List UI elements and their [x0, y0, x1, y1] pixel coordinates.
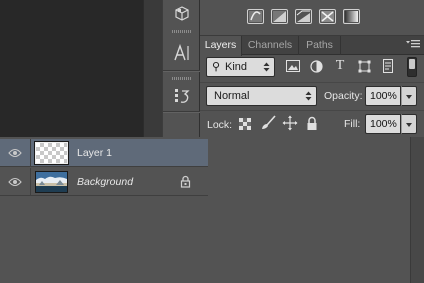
tab-layers[interactable]: Layers	[200, 36, 242, 56]
search-icon: ⚲	[212, 61, 221, 73]
visibility-toggle[interactable]	[0, 139, 31, 167]
history-icon[interactable]	[169, 84, 195, 108]
layers-list: Layer 1 Background	[0, 137, 210, 283]
tab-channels[interactable]: Channels	[242, 36, 299, 55]
fill-dropdown[interactable]	[401, 114, 417, 134]
shape-filter-icon[interactable]	[356, 58, 372, 74]
lock-row: Lock: Fill: 100%	[200, 110, 424, 136]
gradient-icon[interactable]	[343, 9, 360, 24]
image-filter-icon[interactable]	[285, 58, 301, 74]
layer-thumbnail-landscape	[35, 171, 68, 193]
layer-name: Layer 1	[77, 147, 113, 159]
blend-row: Normal Opacity: 100%	[200, 82, 424, 108]
opacity-label: Opacity:	[324, 90, 363, 102]
layer-thumbnail-transparent	[34, 141, 69, 165]
layers-scrollbar[interactable]	[410, 137, 424, 283]
layer-row-background[interactable]: Background	[0, 168, 208, 196]
smart-object-filter-icon[interactable]	[380, 58, 396, 74]
lock-icon	[180, 175, 191, 191]
lock-image-pixels-icon[interactable]	[260, 115, 276, 131]
type-filter-icon[interactable]: T	[332, 58, 348, 74]
3d-cube-icon[interactable]	[169, 2, 195, 26]
fill-input[interactable]: 100%	[365, 114, 401, 134]
levels-icon[interactable]	[295, 9, 312, 24]
opacity-input[interactable]: 100%	[365, 86, 401, 106]
fill-label: Fill:	[344, 118, 361, 130]
eye-icon	[8, 177, 22, 187]
adjustments-row	[200, 0, 424, 36]
blend-mode-select[interactable]: Normal	[206, 86, 317, 106]
lock-all-icon[interactable]	[304, 115, 320, 131]
layer-row-layer-1[interactable]: Layer 1	[0, 139, 208, 167]
chevron-updown-icon	[263, 62, 270, 72]
lock-label: Lock:	[207, 119, 233, 131]
panel-grip[interactable]	[172, 30, 192, 33]
character-icon[interactable]	[169, 41, 195, 65]
blend-mode-value: Normal	[214, 90, 250, 102]
lock-transparent-pixels-icon[interactable]	[237, 116, 253, 132]
chevron-updown-icon	[305, 91, 312, 101]
eye-icon	[8, 148, 22, 158]
panel-menu-icon[interactable]	[406, 39, 420, 51]
filter-kind-select[interactable]: ⚲ Kind	[206, 57, 275, 77]
tab-paths[interactable]: Paths	[299, 36, 341, 55]
layer-name: Background	[77, 176, 134, 188]
layers-panel: Layers Channels Paths ⚲ Kind T Normal Op…	[200, 0, 424, 283]
curves-icon[interactable]	[271, 9, 288, 24]
panel-grip[interactable]	[172, 77, 192, 80]
lock-position-icon[interactable]	[282, 115, 298, 131]
gradient-map-icon[interactable]	[247, 9, 264, 24]
channel-mixer-icon[interactable]	[319, 9, 336, 24]
layer-filter-row: ⚲ Kind T	[200, 56, 424, 80]
panel-tabs: Layers Channels Paths	[200, 36, 424, 56]
filter-kind-label: Kind	[225, 61, 248, 73]
opacity-dropdown[interactable]	[401, 86, 417, 106]
adjustment-filter-icon[interactable]	[308, 58, 324, 74]
visibility-toggle[interactable]	[0, 168, 31, 196]
filter-toggle-switch[interactable]	[407, 57, 417, 77]
